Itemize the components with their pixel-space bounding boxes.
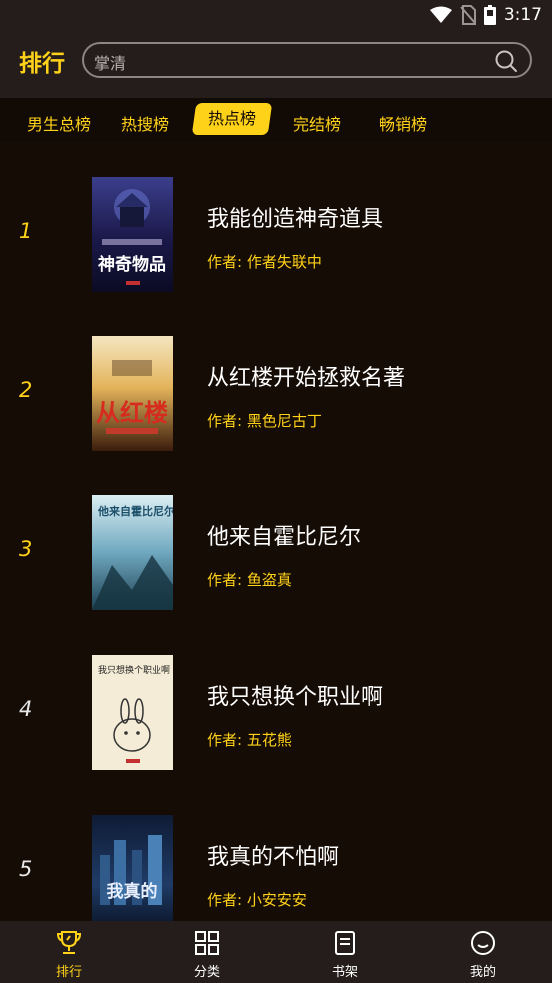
book-cover[interactable]: 我真的 [92, 815, 173, 921]
rank-number: 1 [19, 219, 33, 243]
nav-label: 分类 [193, 965, 220, 980]
cover-title-text: 神奇物品 [98, 254, 166, 275]
book-author: 作者: 黑色尼古丁 [207, 412, 322, 430]
book-cover[interactable]: 神奇物品 [92, 177, 173, 292]
grid-icon [195, 931, 219, 955]
book-author: 作者: 鱼盗真 [207, 571, 292, 589]
book-item[interactable]: 3 他来自霍比尼尔 他来自霍比尼尔 作者: 鱼盗真 [0, 495, 552, 655]
book-author: 作者: 作者失联中 [207, 253, 322, 271]
rank-number: 5 [19, 857, 33, 881]
book-title[interactable]: 我能创造神奇道具 [207, 201, 383, 233]
book-item[interactable]: 5 我真的 我真的不怕啊 作者: 小安安安 [0, 815, 552, 921]
status-bar: 3:17 [0, 0, 552, 30]
search-icon[interactable] [494, 49, 518, 73]
cover-title-text: 我只想换个职业啊 [98, 664, 170, 676]
book-cover[interactable]: 我只想换个职业啊 [92, 655, 173, 770]
tab-male-total[interactable]: 男生总榜 [27, 111, 91, 135]
bookshelf-icon [335, 931, 355, 955]
book-title[interactable]: 我只想换个职业啊 [207, 679, 383, 711]
nav-label: 排行 [55, 965, 82, 980]
battery-icon [483, 5, 496, 25]
book-item[interactable]: 2 从红楼 从红楼开始拯救名著 作者: 黑色尼古丁 [0, 336, 552, 496]
book-author: 作者: 五花熊 [207, 731, 292, 749]
search-bar[interactable]: 掌清 [82, 42, 532, 78]
nav-rank[interactable]: 排行 [0, 921, 138, 983]
tab-bestseller[interactable]: 畅销榜 [379, 111, 427, 135]
tab-hot-search[interactable]: 热搜榜 [121, 111, 169, 135]
header: 排行 掌清 [0, 30, 552, 98]
search-input[interactable]: 掌清 [94, 50, 126, 74]
nav-label: 我的 [469, 965, 496, 980]
book-title[interactable]: 从红楼开始拯救名著 [207, 360, 405, 392]
status-icons: 3:17 [429, 3, 542, 27]
nav-bookshelf[interactable]: 书架 [276, 921, 414, 983]
status-time: 3:17 [503, 5, 542, 25]
rank-number: 4 [19, 697, 33, 721]
bottom-nav: 排行 分类 书架 我的 [0, 921, 552, 983]
smiley-icon [471, 931, 495, 955]
book-title[interactable]: 他来自霍比尼尔 [207, 519, 361, 551]
cover-title-text: 我真的 [107, 881, 158, 902]
rank-number: 3 [19, 537, 33, 561]
nav-label: 书架 [331, 965, 358, 980]
wifi-icon [429, 6, 452, 23]
rank-number: 2 [19, 378, 33, 402]
book-list: 1 神奇物品 我能创造神奇道具 作者: 作者失联中 2 从红楼 从红楼开始拯救名… [0, 142, 552, 921]
nav-category[interactable]: 分类 [138, 921, 276, 983]
no-sim-icon [460, 5, 476, 25]
tab-completed[interactable]: 完结榜 [293, 111, 341, 135]
book-item[interactable]: 1 神奇物品 我能创造神奇道具 作者: 作者失联中 [0, 177, 552, 337]
page-title: 排行 [19, 51, 65, 77]
nav-profile[interactable]: 我的 [414, 921, 552, 983]
book-cover[interactable]: 他来自霍比尼尔 [92, 495, 173, 610]
cover-title-text: 从红楼 [96, 399, 168, 427]
trophy-icon [56, 931, 82, 954]
tab-hot-topic[interactable]: 热点榜 [191, 103, 273, 135]
cover-title-text: 他来自霍比尼尔 [97, 504, 173, 518]
book-author: 作者: 小安安安 [207, 891, 307, 909]
book-cover[interactable]: 从红楼 [92, 336, 173, 451]
book-item[interactable]: 4 我只想换个职业啊 我只想换个职业啊 作者: 五花熊 [0, 655, 552, 815]
book-title[interactable]: 我真的不怕啊 [207, 839, 339, 871]
rank-tabs: 男生总榜 热搜榜 热点榜 完结榜 畅销榜 [0, 98, 552, 142]
